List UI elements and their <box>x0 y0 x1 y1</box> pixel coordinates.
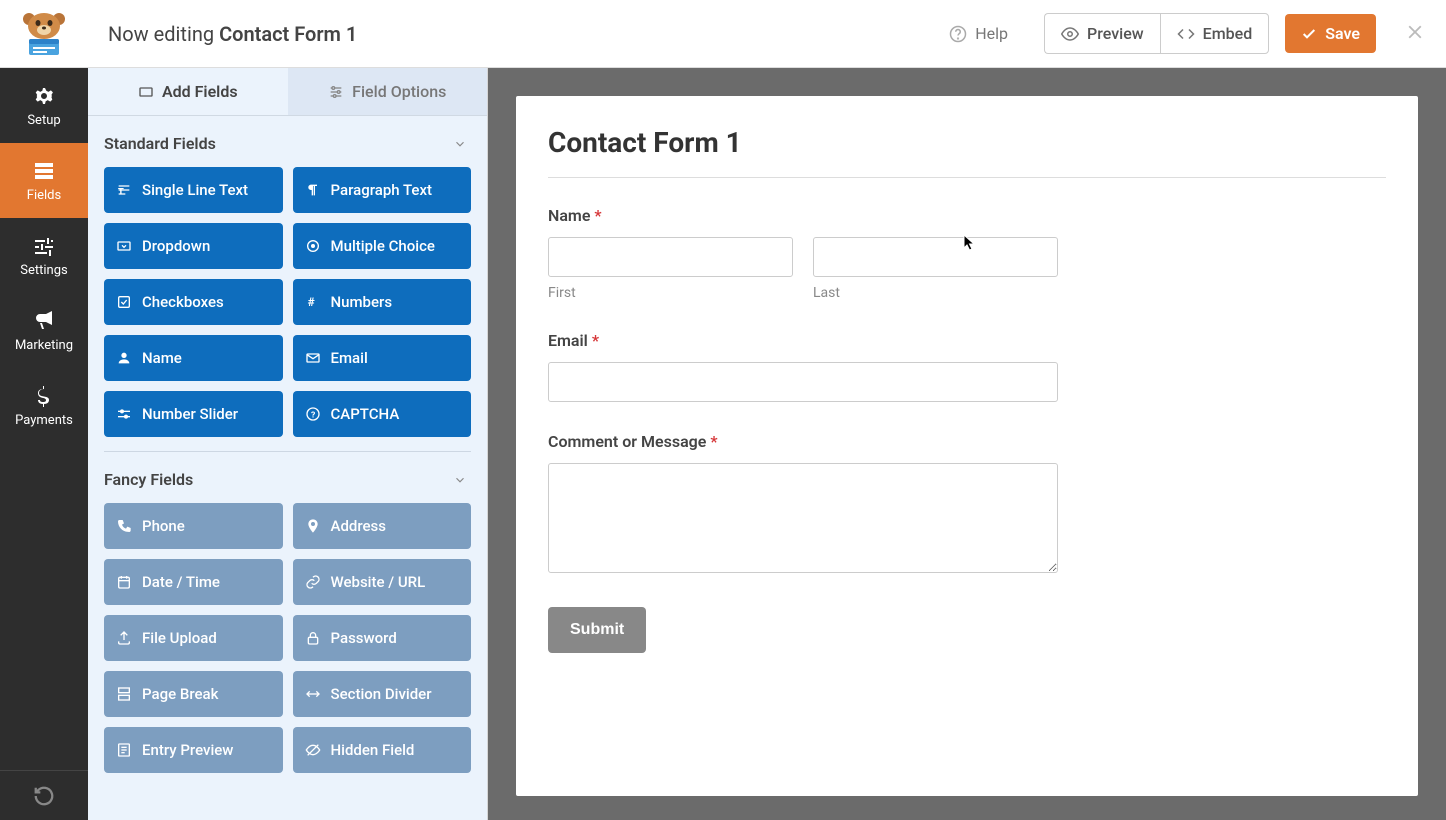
field-numbers[interactable]: #Numbers <box>293 279 472 325</box>
last-sublabel: Last <box>813 285 1058 301</box>
field-icon <box>116 686 132 702</box>
svg-text:#: # <box>307 295 314 309</box>
field-number-slider[interactable]: Number Slider <box>104 391 283 437</box>
field-password[interactable]: Password <box>293 615 472 661</box>
svg-text:T: T <box>118 187 124 198</box>
field-date-time[interactable]: Date / Time <box>104 559 283 605</box>
nav-rail: Setup Fields Settings Marketing Payments <box>0 68 88 820</box>
field-icon <box>116 630 132 646</box>
standard-fields-header[interactable]: Standard Fields <box>104 116 471 167</box>
field-icon <box>116 574 132 590</box>
check-icon <box>1301 26 1317 42</box>
close-button[interactable] <box>1404 21 1426 47</box>
field-name[interactable]: Name <box>104 335 283 381</box>
field-icon <box>305 742 321 758</box>
last-name-input[interactable] <box>813 237 1058 277</box>
field-icon <box>305 518 321 534</box>
rect-icon <box>138 84 154 100</box>
nav-marketing[interactable]: Marketing <box>0 293 88 368</box>
gear-icon <box>32 84 56 108</box>
field-phone[interactable]: Phone <box>104 503 283 549</box>
field-icon: # <box>305 294 321 310</box>
bear-logo-icon <box>19 11 69 56</box>
chevron-down-icon <box>453 473 467 487</box>
chevron-down-icon <box>453 137 467 151</box>
comment-textarea[interactable] <box>548 463 1058 573</box>
nav-settings[interactable]: Settings <box>0 218 88 293</box>
nav-payments[interactable]: Payments <box>0 368 88 443</box>
field-icon: ? <box>305 406 321 422</box>
field-icon <box>305 182 321 198</box>
field-icon <box>116 238 132 254</box>
field-icon <box>305 686 321 702</box>
field-section-divider[interactable]: Section Divider <box>293 671 472 717</box>
topbar: Now editing Contact Form 1 Help Preview … <box>0 0 1446 68</box>
email-input[interactable] <box>548 362 1058 402</box>
undo-button[interactable] <box>0 770 88 820</box>
field-paragraph-text[interactable]: Paragraph Text <box>293 167 472 213</box>
dollar-icon <box>32 384 56 408</box>
email-label: Email* <box>548 331 1386 350</box>
nav-fields[interactable]: Fields <box>0 143 88 218</box>
field-icon <box>305 574 321 590</box>
nav-setup[interactable]: Setup <box>0 68 88 143</box>
field-hidden-field[interactable]: Hidden Field <box>293 727 472 773</box>
eye-icon <box>1061 25 1079 43</box>
svg-text:?: ? <box>311 410 315 420</box>
field-icon <box>305 350 321 366</box>
form-title: Contact Form 1 <box>548 126 1386 159</box>
form-preview[interactable]: Contact Form 1 Name* First Last Email* <box>516 96 1418 796</box>
submit-button[interactable]: Submit <box>548 607 646 653</box>
app-logo <box>0 11 88 56</box>
field-file-upload[interactable]: File Upload <box>104 615 283 661</box>
field-icon <box>116 406 132 422</box>
field-icon <box>305 238 321 254</box>
field-icon: T <box>116 182 132 198</box>
bullhorn-icon <box>32 309 56 333</box>
name-label: Name* <box>548 206 1386 225</box>
undo-icon <box>33 785 55 807</box>
field-website-url[interactable]: Website / URL <box>293 559 472 605</box>
form-icon <box>32 159 56 183</box>
field-page-break[interactable]: Page Break <box>104 671 283 717</box>
field-icon <box>116 350 132 366</box>
help-icon <box>949 25 967 43</box>
close-icon <box>1404 21 1426 43</box>
sliders-icon <box>32 234 56 258</box>
sliders-icon <box>328 84 344 100</box>
field-captcha[interactable]: ?CAPTCHA <box>293 391 472 437</box>
field-multiple-choice[interactable]: Multiple Choice <box>293 223 472 269</box>
save-button[interactable]: Save <box>1285 14 1376 53</box>
field-dropdown[interactable]: Dropdown <box>104 223 283 269</box>
fancy-fields-header[interactable]: Fancy Fields <box>104 452 471 503</box>
field-entry-preview[interactable]: Entry Preview <box>104 727 283 773</box>
comment-label: Comment or Message* <box>548 432 1386 451</box>
field-single-line-text[interactable]: TSingle Line Text <box>104 167 283 213</box>
editing-label: Now editing Contact Form 1 <box>108 22 357 46</box>
first-sublabel: First <box>548 285 793 301</box>
field-checkboxes[interactable]: Checkboxes <box>104 279 283 325</box>
field-icon <box>116 742 132 758</box>
code-icon <box>1177 25 1195 43</box>
field-sidebar: Add Fields Field Options Standard Fields… <box>88 68 488 820</box>
form-canvas: Contact Form 1 Name* First Last Email* <box>488 68 1446 820</box>
help-button[interactable]: Help <box>933 14 1024 53</box>
field-address[interactable]: Address <box>293 503 472 549</box>
field-icon <box>305 630 321 646</box>
tab-add-fields[interactable]: Add Fields <box>88 68 288 115</box>
field-email[interactable]: Email <box>293 335 472 381</box>
tab-field-options[interactable]: Field Options <box>288 68 488 115</box>
field-icon <box>116 518 132 534</box>
field-icon <box>116 294 132 310</box>
first-name-input[interactable] <box>548 237 793 277</box>
embed-button[interactable]: Embed <box>1160 13 1270 54</box>
preview-button[interactable]: Preview <box>1044 13 1160 54</box>
